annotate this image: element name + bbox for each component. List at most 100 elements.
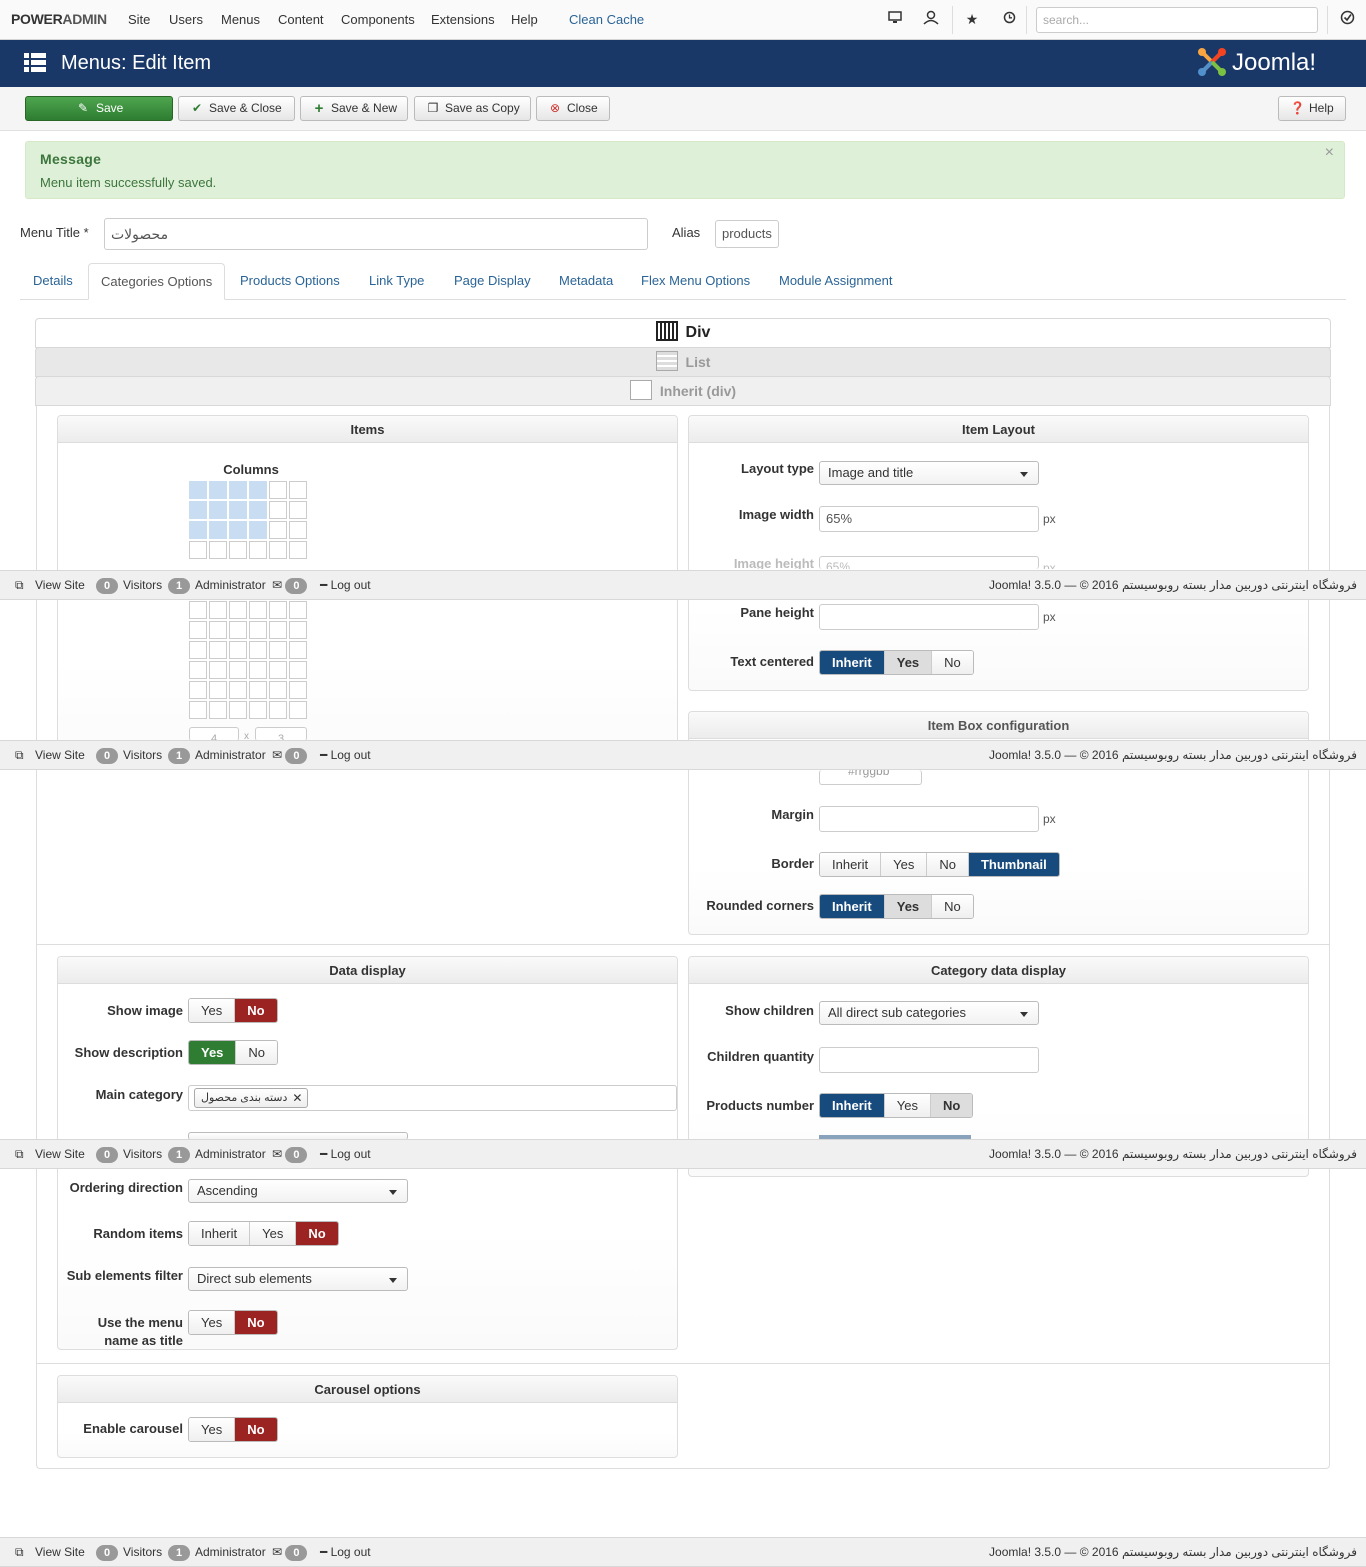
alias-input[interactable]: products: [715, 220, 779, 248]
rows-count-input[interactable]: 3: [255, 727, 307, 741]
option-no[interactable]: No: [927, 853, 969, 876]
admin-status[interactable]: 1 Administrator: [168, 1140, 266, 1168]
messages-status[interactable]: ✉ 0: [272, 741, 312, 769]
tab-page-display[interactable]: Page Display: [454, 273, 531, 288]
option-no[interactable]: No: [235, 1418, 277, 1441]
admin-status[interactable]: 1 Administrator: [168, 571, 266, 599]
rounded-corners-toggle[interactable]: Inherit Yes No: [819, 894, 974, 919]
option-inherit[interactable]: Inherit: [820, 1094, 885, 1117]
pane-height-input[interactable]: [819, 604, 1039, 630]
option-yes[interactable]: Yes: [884, 651, 933, 674]
nav-components[interactable]: Components: [341, 12, 415, 27]
option-inherit[interactable]: Inherit: [189, 1222, 251, 1245]
visitors-status[interactable]: 0 Visitors: [96, 1538, 162, 1566]
tab-link-type[interactable]: Link Type: [369, 273, 424, 288]
sub-elements-filter-select[interactable]: Direct sub elements: [188, 1267, 408, 1291]
option-yes[interactable]: Yes: [189, 1311, 236, 1334]
save-new-button[interactable]: + Save & New: [300, 96, 408, 121]
joomla-check-icon[interactable]: [1338, 10, 1356, 28]
messages-status[interactable]: ✉ 0: [272, 1538, 312, 1566]
option-no[interactable]: No: [235, 1311, 277, 1334]
show-description-toggle[interactable]: Yes No: [188, 1040, 279, 1065]
logout-link[interactable]: ━ Log out: [320, 1538, 371, 1566]
nav-content[interactable]: Content: [278, 12, 324, 27]
star-icon[interactable]: ★: [963, 10, 981, 28]
clock-icon[interactable]: [1000, 10, 1018, 28]
layout-strip-div[interactable]: Div: [35, 318, 1331, 348]
help-button[interactable]: ❓ Help: [1278, 96, 1346, 121]
option-no[interactable]: No: [296, 1222, 338, 1245]
show-children-select[interactable]: All direct sub categories: [819, 1001, 1039, 1025]
columns-count-input[interactable]: 4: [189, 727, 239, 741]
brand-logo[interactable]: POWERADMIN: [11, 11, 107, 27]
columns-grid[interactable]: [189, 481, 307, 559]
text-centered-toggle[interactable]: Inherit Yes No: [819, 650, 974, 675]
tab-categories-options[interactable]: Categories Options: [88, 263, 226, 300]
tab-details[interactable]: Details: [33, 273, 73, 288]
tab-flex-menu-options[interactable]: Flex Menu Options: [641, 273, 750, 288]
products-number-toggle[interactable]: Inherit Yes No: [819, 1093, 974, 1118]
option-yes[interactable]: Yes: [189, 1041, 237, 1064]
clean-cache-link[interactable]: Clean Cache: [569, 12, 644, 27]
nav-menus[interactable]: Menus: [221, 12, 260, 27]
tab-products-options[interactable]: Products Options: [240, 273, 340, 288]
remove-icon[interactable]: ✕: [292, 1089, 302, 1107]
tab-metadata[interactable]: Metadata: [559, 273, 613, 288]
image-height-input[interactable]: 65%: [819, 556, 1039, 569]
messages-status[interactable]: ✉ 0: [272, 1140, 312, 1168]
category-tag[interactable]: دسته بندی محصول ✕: [194, 1088, 309, 1108]
nav-help[interactable]: Help: [511, 12, 538, 27]
messages-status[interactable]: ✉ 0: [272, 571, 312, 599]
view-site-link[interactable]: View Site: [35, 1538, 85, 1566]
visitors-status[interactable]: 0 Visitors: [96, 741, 162, 769]
view-site-link[interactable]: View Site: [35, 1140, 85, 1168]
admin-status[interactable]: 1 Administrator: [168, 1538, 266, 1566]
option-yes[interactable]: Yes: [189, 999, 236, 1022]
option-thumbnail[interactable]: Thumbnail: [968, 853, 1059, 876]
tab-module-assignment[interactable]: Module Assignment: [779, 273, 892, 288]
option-yes[interactable]: Yes: [884, 895, 933, 918]
image-width-input[interactable]: 65%: [819, 506, 1039, 532]
show-image-toggle[interactable]: Yes No: [188, 998, 278, 1023]
random-items-toggle[interactable]: Inherit Yes No: [188, 1221, 339, 1246]
layout-strip-inherit[interactable]: Inherit (div): [35, 376, 1331, 406]
option-no[interactable]: No: [932, 651, 973, 674]
option-inherit[interactable]: Inherit: [820, 853, 882, 876]
option-no[interactable]: No: [930, 1094, 973, 1117]
user-icon[interactable]: [922, 10, 940, 28]
option-yes[interactable]: Yes: [881, 853, 928, 876]
close-icon[interactable]: ×: [1325, 144, 1334, 162]
view-site-link[interactable]: View Site: [35, 741, 85, 769]
external-link-icon[interactable]: ⧉: [15, 741, 24, 769]
color-input[interactable]: #rrggbb: [819, 770, 922, 785]
layout-strip-list[interactable]: List: [35, 347, 1331, 377]
nav-site[interactable]: Site: [128, 12, 150, 27]
save-copy-button[interactable]: ❐ Save as Copy: [414, 96, 531, 121]
nav-extensions[interactable]: Extensions: [431, 12, 495, 27]
monitor-icon[interactable]: [886, 10, 904, 28]
visitors-status[interactable]: 0 Visitors: [96, 1140, 162, 1168]
logout-link[interactable]: ━ Log out: [320, 741, 371, 769]
enable-carousel-toggle[interactable]: Yes No: [188, 1417, 278, 1442]
option-inherit[interactable]: Inherit: [820, 651, 885, 674]
logout-link[interactable]: ━ Log out: [320, 1140, 371, 1168]
external-link-icon[interactable]: ⧉: [15, 1538, 24, 1566]
nav-users[interactable]: Users: [169, 12, 203, 27]
view-site-link[interactable]: View Site: [35, 571, 85, 599]
option-yes[interactable]: Yes: [250, 1222, 297, 1245]
option-no[interactable]: No: [235, 999, 277, 1022]
menu-title-input[interactable]: محصولات: [104, 218, 648, 250]
border-toggle[interactable]: Inherit Yes No Thumbnail: [819, 852, 1060, 877]
logout-link[interactable]: ━ Log out: [320, 571, 371, 599]
margin-input[interactable]: [819, 806, 1039, 832]
children-quantity-input[interactable]: [819, 1047, 1039, 1073]
admin-status[interactable]: 1 Administrator: [168, 741, 266, 769]
rows-grid[interactable]: [189, 601, 307, 719]
option-yes[interactable]: Yes: [884, 1094, 931, 1117]
external-link-icon[interactable]: ⧉: [15, 571, 24, 599]
search-input[interactable]: search...: [1036, 7, 1318, 33]
option-inherit[interactable]: Inherit: [820, 895, 885, 918]
menu-name-title-toggle[interactable]: Yes No: [188, 1310, 278, 1335]
save-button[interactable]: ✎ Save: [25, 96, 173, 121]
save-close-button[interactable]: ✔ Save & Close: [178, 96, 295, 121]
